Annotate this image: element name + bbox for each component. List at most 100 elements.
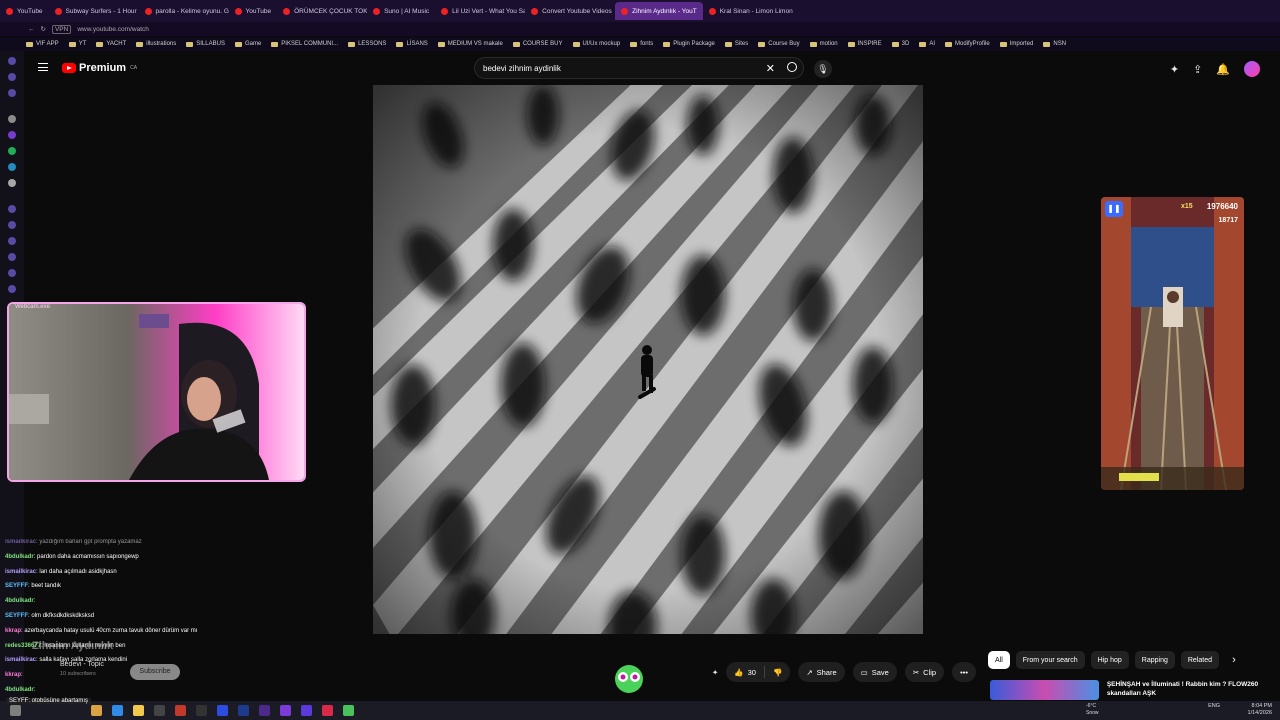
subscribe-button[interactable]: Subscribe [130,664,180,680]
bookmark-label: INSPIRE [857,41,882,47]
bookmark-item[interactable]: AI [919,41,935,47]
bookmark-item[interactable]: Course Buy [758,41,800,47]
menu-icon[interactable] [38,63,48,71]
filter-chip[interactable]: Hip hop [1090,651,1129,669]
bell-icon[interactable]: 🔔 [1216,63,1230,76]
youtube-logo[interactable]: Premium CA [62,62,137,74]
app-icon[interactable] [217,705,228,716]
bookmark-item[interactable]: Imported [999,41,1033,47]
back-icon[interactable]: ← [28,26,35,33]
bookmark-item[interactable]: fonts [630,41,653,47]
edge-icon[interactable] [112,705,123,716]
bookmark-item[interactable]: YACHT [96,41,126,47]
system-tray[interactable]: ENG 8:04 PM 1/14/2026 [1208,703,1272,717]
url-text[interactable]: www.youtube.com/watch [77,26,149,33]
bookmark-item[interactable]: VIF APP [26,41,59,47]
recommended-thumbnail[interactable] [990,680,1099,700]
browser-tab[interactable]: parolla - Kelime oyunu. G [139,2,229,20]
bookmark-item[interactable]: illustrations [136,41,176,47]
chat-username[interactable]: ismailkirac [5,569,36,575]
app-icon[interactable] [175,705,186,716]
search-taskbar-icon[interactable] [10,705,21,716]
bookmark-item[interactable]: motion [809,41,838,47]
language-indicator[interactable]: ENG [1208,703,1220,709]
chat-username[interactable]: ismailkirac [5,539,36,545]
tab-favicon-icon [708,7,716,15]
weather-widget[interactable]: -6°C Snow [1086,703,1099,717]
avatar[interactable] [1244,61,1260,77]
bookmark-item[interactable]: ModifyProfile [944,41,990,47]
more-actions-button[interactable]: ••• [952,662,976,682]
clear-search-icon[interactable]: ✕ [766,62,775,75]
reload-icon[interactable]: ↻ [41,25,46,33]
chat-message: 4bdulkadr: [5,598,36,605]
browser-tab[interactable]: Convert Youtube Videos [525,2,615,20]
bookmark-item[interactable]: UI/Ux mockup [572,41,620,47]
bookmark-item[interactable]: LİSANS [396,41,428,47]
bookmark-item[interactable]: MEDIUM VS makale [437,41,503,47]
browser-tab[interactable]: Subway Surfers - 1 Hour [49,2,139,20]
search-input[interactable]: bedevi zihnim aydinlik ✕ [474,57,804,79]
premiere-icon[interactable] [259,705,270,716]
bookmark-item[interactable]: Sites [724,41,748,47]
video-player[interactable] [373,85,923,634]
mic-icon[interactable]: 🎙 [814,60,832,78]
chat-username[interactable]: SEYFFF [5,583,28,589]
channel-name[interactable]: Bedevi - Topic [60,661,104,668]
address-bar[interactable]: ← ↻ VPN www.youtube.com/watch [0,22,1280,36]
browser-tab[interactable]: YouTube [0,2,49,20]
browser-tab[interactable]: ÖRÜMCEK ÇOCUK TOKA [277,2,367,20]
app-icon[interactable] [322,705,333,716]
folder-icon[interactable] [133,705,144,716]
browser-tab[interactable]: Suno | AI Music [367,2,435,20]
bookmark-item[interactable]: INSPIRE [847,41,882,47]
chat-username[interactable]: kkrap [5,628,21,634]
thumbs-down-icon[interactable]: 👎 [773,668,782,677]
clip-button[interactable]: ✂ Clip [904,662,945,682]
bookmark-item[interactable]: SILLABUS [186,41,225,47]
bookmark-item[interactable]: LESSONS [348,41,386,47]
share-button[interactable]: ↗ Share [798,662,845,682]
search-icon[interactable] [787,62,797,72]
extension-action-icon[interactable]: ✦ [712,668,718,677]
bookmark-item[interactable]: Game [234,41,261,47]
app-icon[interactable] [154,705,165,716]
bookmark-item[interactable]: 3D [891,41,909,47]
filter-chip[interactable]: Related [1180,651,1219,669]
browser-tab[interactable]: Lil Uzi Vert - What You Sa [435,2,525,20]
browser-icon[interactable] [280,705,291,716]
bookmark-item[interactable]: YT [68,41,86,47]
after-effects-icon[interactable] [238,705,249,716]
chat-username[interactable]: 4bdulkadr [5,598,34,604]
filter-chip[interactable]: Rapping [1134,651,1175,669]
bookmark-item[interactable]: PIKSEL COMMUNI... [271,41,338,47]
chat-username[interactable]: ismailkirac [5,657,36,663]
upload-icon[interactable]: ⇪ [1193,63,1202,76]
bookmark-icon: ▭ [860,667,868,677]
recommended-video[interactable]: ŞEHİNŞAH ve İlluminati ! Rabbin kim ? FL… [990,680,1270,700]
app-icon[interactable] [196,705,207,716]
app-icon[interactable] [301,705,312,716]
chat-username[interactable]: SEYFFF [5,613,28,619]
bookmark-item[interactable]: NSN [1043,41,1066,47]
filter-chip[interactable]: From your search [1015,651,1085,669]
chat-username[interactable]: kkrap [5,672,21,678]
chevron-right-icon[interactable]: › [1225,651,1243,669]
browser-tab[interactable]: Zihnim Aydınlık - YouT [615,2,703,20]
app-icon[interactable] [343,705,354,716]
browser-tab[interactable]: YouTube [229,2,278,20]
browser-tab[interactable]: Kral Sinan - Limon Limon [703,2,793,20]
chat-username[interactable]: 4bdulkadr [5,554,34,560]
extension-icon[interactable]: ✦ [1170,63,1179,76]
like-button[interactable]: 👍 30 👎 [726,662,791,682]
recommended-title[interactable]: ŞEHİNŞAH ve İlluminati ! Rabbin kim ? FL… [1107,680,1270,700]
channel-info[interactable]: Bedevi - Topic 10 subscribers [60,661,104,677]
bookmark-item[interactable]: Plugin Package [663,41,715,47]
game-pause-button[interactable]: ❚❚ [1105,201,1123,217]
save-button[interactable]: ▭ Save [852,662,897,682]
file-explorer-icon[interactable] [91,705,102,716]
filter-chip[interactable]: All [988,651,1010,669]
vpn-badge[interactable]: VPN [51,24,72,34]
bookmark-item[interactable]: COURSE BUY [512,41,563,47]
chat-username[interactable]: 4bdulkadr [5,687,34,693]
